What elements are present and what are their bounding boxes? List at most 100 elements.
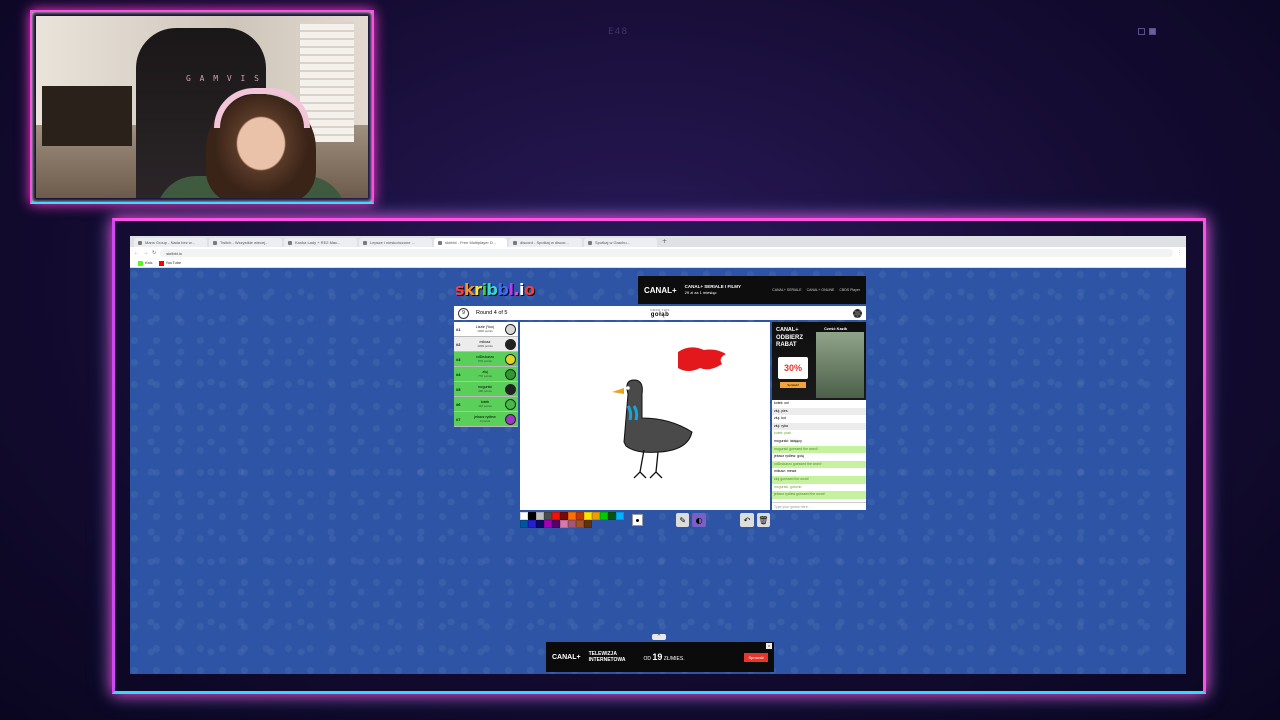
ad-bottom-cta[interactable]: Sprawdź [744,652,768,662]
chat-message: xdDrukarzu guessed the word! [772,460,866,469]
color-swatch[interactable] [544,520,552,528]
color-swatch[interactable] [568,520,576,528]
ad-side-cta[interactable]: Sprawdź [780,382,806,388]
browser-tab-label: Kanka Lady + RE2 Mac... [295,240,341,245]
color-swatch[interactable] [520,520,528,528]
browser-tab[interactable]: discord - Spotkaj w discor... [509,238,582,247]
overlay-top-label: E48 [608,27,629,37]
color-swatch[interactable] [600,512,608,520]
pigeon-drawing [612,347,726,479]
skribbl-logo: skribbl.io [455,280,535,299]
ad-bottom-title: TELEWIZJA INTERNETOWA [589,651,626,663]
chat-panel: CANAL+ ODBIERZ RABAT 30% Sprawdź Cześć K… [772,322,866,510]
logo-letter: r [474,280,482,299]
chat-message: złuj guessed the word! [772,475,866,484]
ad-top-line2: 29 zł za 1 miesiąc [684,290,717,295]
player-row[interactable]: #7 jebacz rydlew 0 points [454,412,518,427]
logo-letter: b [486,280,498,299]
reload-icon[interactable]: ↻ [152,250,156,256]
kick-icon [138,260,143,266]
browser-tab[interactable]: Mans Group - Nada bez w... [134,238,207,247]
color-swatch[interactable] [592,512,600,520]
ad-close-icon[interactable]: x [766,643,772,649]
color-swatch[interactable] [552,512,560,520]
new-tab-plus-icon[interactable]: + [662,238,667,245]
address-bar-row: ← → ↻ skribbl.io ⋮ [130,247,1186,259]
ad-side-headline-2: RABAT [776,341,797,348]
red-flag-shape [678,347,726,371]
pigeon-legs-shape [633,449,663,479]
color-swatch[interactable] [528,512,536,520]
color-swatch[interactable] [536,512,544,520]
trash-icon[interactable]: 🗑 [756,513,771,527]
chat-messages: kotek: onl złuj: pies złuj: kot złuj: ryba k… [772,400,866,499]
tab-favicon-icon [363,240,367,245]
color-swatch[interactable] [520,512,528,520]
color-swatch[interactable] [560,520,568,528]
bookmark-kick[interactable]: Kick [138,260,153,266]
player-row[interactable]: #3 xdDrukarzu 870 points [454,352,518,367]
browser-tab[interactable]: skribbl - Free Multiplayer D... [434,238,507,247]
back-arrow-icon[interactable]: ← [134,250,139,256]
chat-message: jebacz rydlew: gołą [774,454,804,459]
brush-size-button[interactable] [631,514,644,526]
color-swatch[interactable] [568,512,576,520]
player-points: 0 points [479,419,491,423]
pigeon-beak-shape [612,388,624,394]
player-row[interactable]: #6 kotek 410 points [454,397,518,412]
color-swatch[interactable] [576,512,584,520]
ad-bottom-price-suffix: ZŁ/MIES. [663,656,685,662]
player-avatar-icon [505,338,516,350]
player-row[interactable]: #1 Lizzie (You) 1300 points [454,322,518,337]
youtube-icon [158,260,164,266]
scroll-up-chevron-icon[interactable]: ^ [652,634,666,640]
color-swatch[interactable] [576,520,584,528]
color-swatch[interactable] [560,512,568,520]
fill-bucket-tool-icon[interactable]: ◐ [692,513,706,527]
bookmark-youtube[interactable]: YouTube [158,260,181,266]
drawing-canvas[interactable] [520,322,770,510]
color-swatch[interactable] [584,520,592,528]
settings-gear-icon[interactable] [853,308,862,318]
player-row[interactable]: #4 złuj 770 points [454,367,518,382]
browser-tab[interactable]: Lepsze i nieskończone ... [359,238,432,247]
forward-arrow-icon[interactable]: → [143,250,148,256]
browser-tab-label: skribbl - Free Multiplayer D... [445,240,497,245]
chat-message: mcgurski guessed the word! [772,445,866,454]
logo-letter: b [497,280,509,299]
pencil-tool-icon[interactable]: ✎ [676,513,690,527]
color-swatch[interactable] [536,520,544,528]
extensions-icon[interactable]: ⋮ [1177,250,1182,256]
player-avatar-icon [505,368,516,380]
browser-tab[interactable]: Twitch - Wszystkie wiecej... [209,238,282,247]
tab-favicon-icon [138,240,142,245]
color-swatch[interactable] [584,512,592,520]
ad-sidebar[interactable]: CANAL+ ODBIERZ RABAT 30% Sprawdź Cześć K… [772,322,866,400]
color-swatch[interactable] [528,520,536,528]
ad-banner-bottom[interactable]: CANAL+ TELEWIZJA INTERNETOWA OD 19 ZŁ/MI… [546,642,774,672]
color-swatch[interactable] [616,512,624,520]
ad-banner-top[interactable]: CANAL+ CANAL+ SERIALE I FILMY 29 zł za 1… [638,276,866,304]
ad-top-logos: CANAL+ SERIALE CANAL+ ONLINE CBDS Player [772,288,860,292]
undo-icon[interactable]: ↶ [740,513,754,527]
player-points: 490 points [478,389,492,393]
url-input[interactable]: skribbl.io [160,249,1173,257]
ad-bottom-price: OD 19 ZŁ/MIES. [643,652,684,662]
chat-guess-input[interactable]: Type your guess here... [772,502,866,510]
round-timer: 9 [458,307,469,319]
player-info: Lizzie (You) 1300 points [465,325,505,333]
player-avatar-icon [505,398,516,410]
overlay-square-icon [1138,28,1145,35]
color-swatch[interactable] [552,520,560,528]
player-row[interactable]: #5 mcgurski 490 points [454,382,518,397]
chat-message: kotek: ptak [774,431,791,436]
player-points: 1300 points [477,329,493,333]
color-swatch[interactable] [608,512,616,520]
browser-tab[interactable]: Spotkaj w Grachu... [584,238,657,247]
browser-tab[interactable]: Kanka Lady + RE2 Mac... [284,238,357,247]
chat-message: mcgurski: gołomb [774,484,802,489]
player-info: jebacz rydlew 0 points [465,415,505,423]
color-swatch[interactable] [544,512,552,520]
word-display: DRAW THIS gołąb [650,308,669,318]
player-row[interactable]: #2 mikusz 1309 points [454,337,518,352]
